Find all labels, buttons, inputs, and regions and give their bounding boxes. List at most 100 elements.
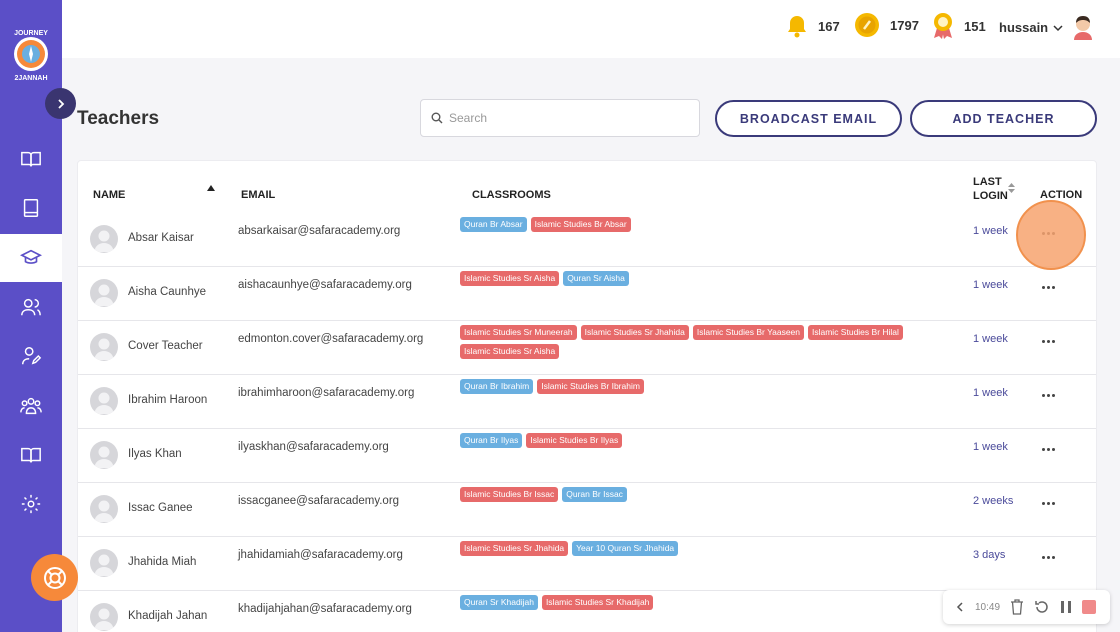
last-login: 1 week: [973, 225, 1008, 237]
classroom-tags: Quran Br Ilyas Islamic Studies Br Ilyas: [460, 433, 910, 448]
username[interactable]: hussain: [999, 20, 1048, 35]
graduation-cap-icon: [20, 249, 42, 264]
column-header-classrooms: CLASSROOMS: [472, 189, 551, 201]
teachers-table: NAME EMAIL CLASSROOMS LAST LOGIN ACTION …: [77, 160, 1097, 632]
row-actions-button[interactable]: [1040, 495, 1056, 511]
column-header-name[interactable]: NAME: [93, 188, 125, 202]
bell-icon: [788, 16, 806, 38]
table-row[interactable]: Ilyas Khan ilyaskhan@safaracademy.org Qu…: [78, 429, 1096, 483]
user-placeholder-icon: [94, 392, 114, 414]
avatar: [90, 441, 118, 469]
teacher-name: Jhahida Miah: [128, 556, 197, 568]
notifications-count: 167: [818, 18, 840, 34]
column-header-last-login[interactable]: LAST LOGIN: [973, 175, 1008, 203]
table-row[interactable]: Absar Kaisar absarkaisar@safaracademy.or…: [78, 213, 1096, 267]
last-login: 3 days: [973, 549, 1006, 561]
chevron-down-icon[interactable]: [1052, 22, 1064, 34]
classroom-tag[interactable]: Islamic Studies Br Hilal: [808, 325, 903, 340]
classroom-tag[interactable]: Islamic Studies Sr Khadijah: [541, 595, 654, 610]
teacher-name: Aisha Caunhye: [128, 286, 206, 298]
row-actions-button[interactable]: [1040, 441, 1056, 457]
table-row[interactable]: Ibrahim Haroon ibrahimharoon@safaracadem…: [78, 375, 1096, 429]
classroom-tag[interactable]: Quran Br Ilyas: [460, 433, 523, 448]
help-button[interactable]: [31, 554, 78, 601]
dot: [1041, 501, 1045, 505]
dot: [1051, 501, 1055, 505]
classroom-tag[interactable]: Islamic Studies Sr Aisha: [460, 344, 560, 359]
sidebar-item-manage-users[interactable]: [0, 332, 62, 380]
lifebuoy-icon: [43, 566, 66, 589]
open-book-icon: [21, 151, 41, 167]
journey-2-jannah-logo[interactable]: JOURNEY 2JANNAH: [8, 26, 54, 82]
badges[interactable]: 151: [932, 12, 986, 40]
coins[interactable]: 1797: [854, 12, 919, 38]
teacher-name: Ilyas Khan: [128, 448, 182, 460]
teacher-name: Absar Kaisar: [128, 232, 194, 244]
dot: [1051, 285, 1055, 289]
sidebar-item-settings[interactable]: [0, 480, 62, 528]
recording-controls: 10:49: [943, 590, 1110, 624]
row-actions-button[interactable]: [1040, 549, 1056, 565]
classroom-tag[interactable]: Quran Sr Aisha: [563, 271, 629, 286]
sidebar-item-students[interactable]: [0, 283, 62, 331]
classroom-tag[interactable]: Quran Br Absar: [460, 217, 527, 232]
classroom-tag[interactable]: Islamic Studies Sr Muneerah: [460, 325, 577, 340]
row-actions-button[interactable]: [1040, 387, 1056, 403]
classroom-tag[interactable]: Quran Br Issac: [562, 487, 627, 502]
sort-icon[interactable]: [1008, 183, 1015, 193]
classroom-tags: Quran Br Ibrahim Islamic Studies Br Ibrah…: [460, 379, 910, 394]
sidebar-item-resources[interactable]: [0, 431, 62, 479]
chevron-left-icon[interactable]: [955, 601, 965, 613]
table-row[interactable]: Issac Ganee issacganee@safaracademy.org …: [78, 483, 1096, 537]
classroom-tag[interactable]: Islamic Studies Br Ibrahim: [537, 379, 644, 394]
classroom-tags: Islamic Studies Br Issac Quran Br Issac: [460, 487, 910, 502]
classroom-tag[interactable]: Islamic Studies Sr Jhahida: [460, 541, 569, 556]
add-teacher-button[interactable]: ADD TEACHER: [910, 100, 1097, 137]
search-input[interactable]: [449, 111, 689, 125]
sidebar-item-library[interactable]: [0, 184, 62, 232]
teacher-email: khadijahjahan@safaracademy.org: [238, 603, 412, 615]
trash-icon[interactable]: [1010, 599, 1024, 615]
teacher-name: Khadijah Jahan: [128, 610, 208, 622]
pause-icon[interactable]: [1060, 600, 1072, 614]
dot: [1046, 447, 1050, 451]
classroom-tag[interactable]: Islamic Studies Br Ilyas: [526, 433, 623, 448]
table-row[interactable]: Cover Teacher edmonton.cover@safaracadem…: [78, 321, 1096, 375]
row-actions-button[interactable]: [1040, 279, 1056, 295]
user-placeholder-icon: [94, 230, 114, 252]
stop-icon[interactable]: [1082, 600, 1097, 614]
classroom-tags: Islamic Studies Sr Jhahida Year 10 Quran …: [460, 541, 910, 556]
last-login: 2 weeks: [973, 495, 1014, 507]
classroom-tag[interactable]: Islamic Studies Sr Aisha: [460, 271, 560, 286]
expand-sidebar-button[interactable]: [45, 88, 76, 119]
notifications[interactable]: 167: [786, 14, 840, 38]
classroom-tag[interactable]: Islamic Studies Sr Jhahida: [580, 325, 689, 340]
search-box[interactable]: [420, 99, 700, 137]
last-login: 1 week: [973, 333, 1008, 345]
search-icon: [431, 112, 443, 124]
sidebar-item-groups[interactable]: [0, 382, 62, 430]
classroom-tag[interactable]: Islamic Studies Br Issac: [460, 487, 559, 502]
classroom-tag[interactable]: Islamic Studies Br Absar: [530, 217, 631, 232]
classroom-tags: Quran Sr Khadijah Islamic Studies Sr Khad…: [460, 595, 910, 610]
teacher-email: ibrahimharoon@safaracademy.org: [238, 387, 415, 399]
classroom-tag[interactable]: Islamic Studies Br Yaaseen: [692, 325, 804, 340]
table-row[interactable]: Aisha Caunhye aishacaunhye@safaracademy.…: [78, 267, 1096, 321]
dot: [1041, 393, 1045, 397]
user-placeholder-icon: [94, 554, 114, 576]
sidebar-item-courses[interactable]: [0, 135, 62, 183]
badges-count: 151: [964, 18, 986, 34]
user-avatar[interactable]: [1071, 14, 1095, 40]
classroom-tag[interactable]: Quran Sr Khadijah: [460, 595, 538, 610]
dot: [1041, 285, 1045, 289]
sidebar-item-teachers[interactable]: [0, 234, 62, 282]
classroom-tag[interactable]: Quran Br Ibrahim: [460, 379, 534, 394]
sort-ascending-icon[interactable]: [207, 185, 215, 191]
restart-icon[interactable]: [1034, 599, 1050, 615]
classroom-tag[interactable]: Year 10 Quran Sr Jhahida: [572, 541, 679, 556]
dot: [1051, 393, 1055, 397]
broadcast-email-button[interactable]: BROADCAST EMAIL: [715, 100, 902, 137]
dot: [1046, 285, 1050, 289]
row-actions-button[interactable]: [1040, 333, 1056, 349]
table-row[interactable]: Jhahida Miah jhahidamiah@safaracademy.or…: [78, 537, 1096, 591]
